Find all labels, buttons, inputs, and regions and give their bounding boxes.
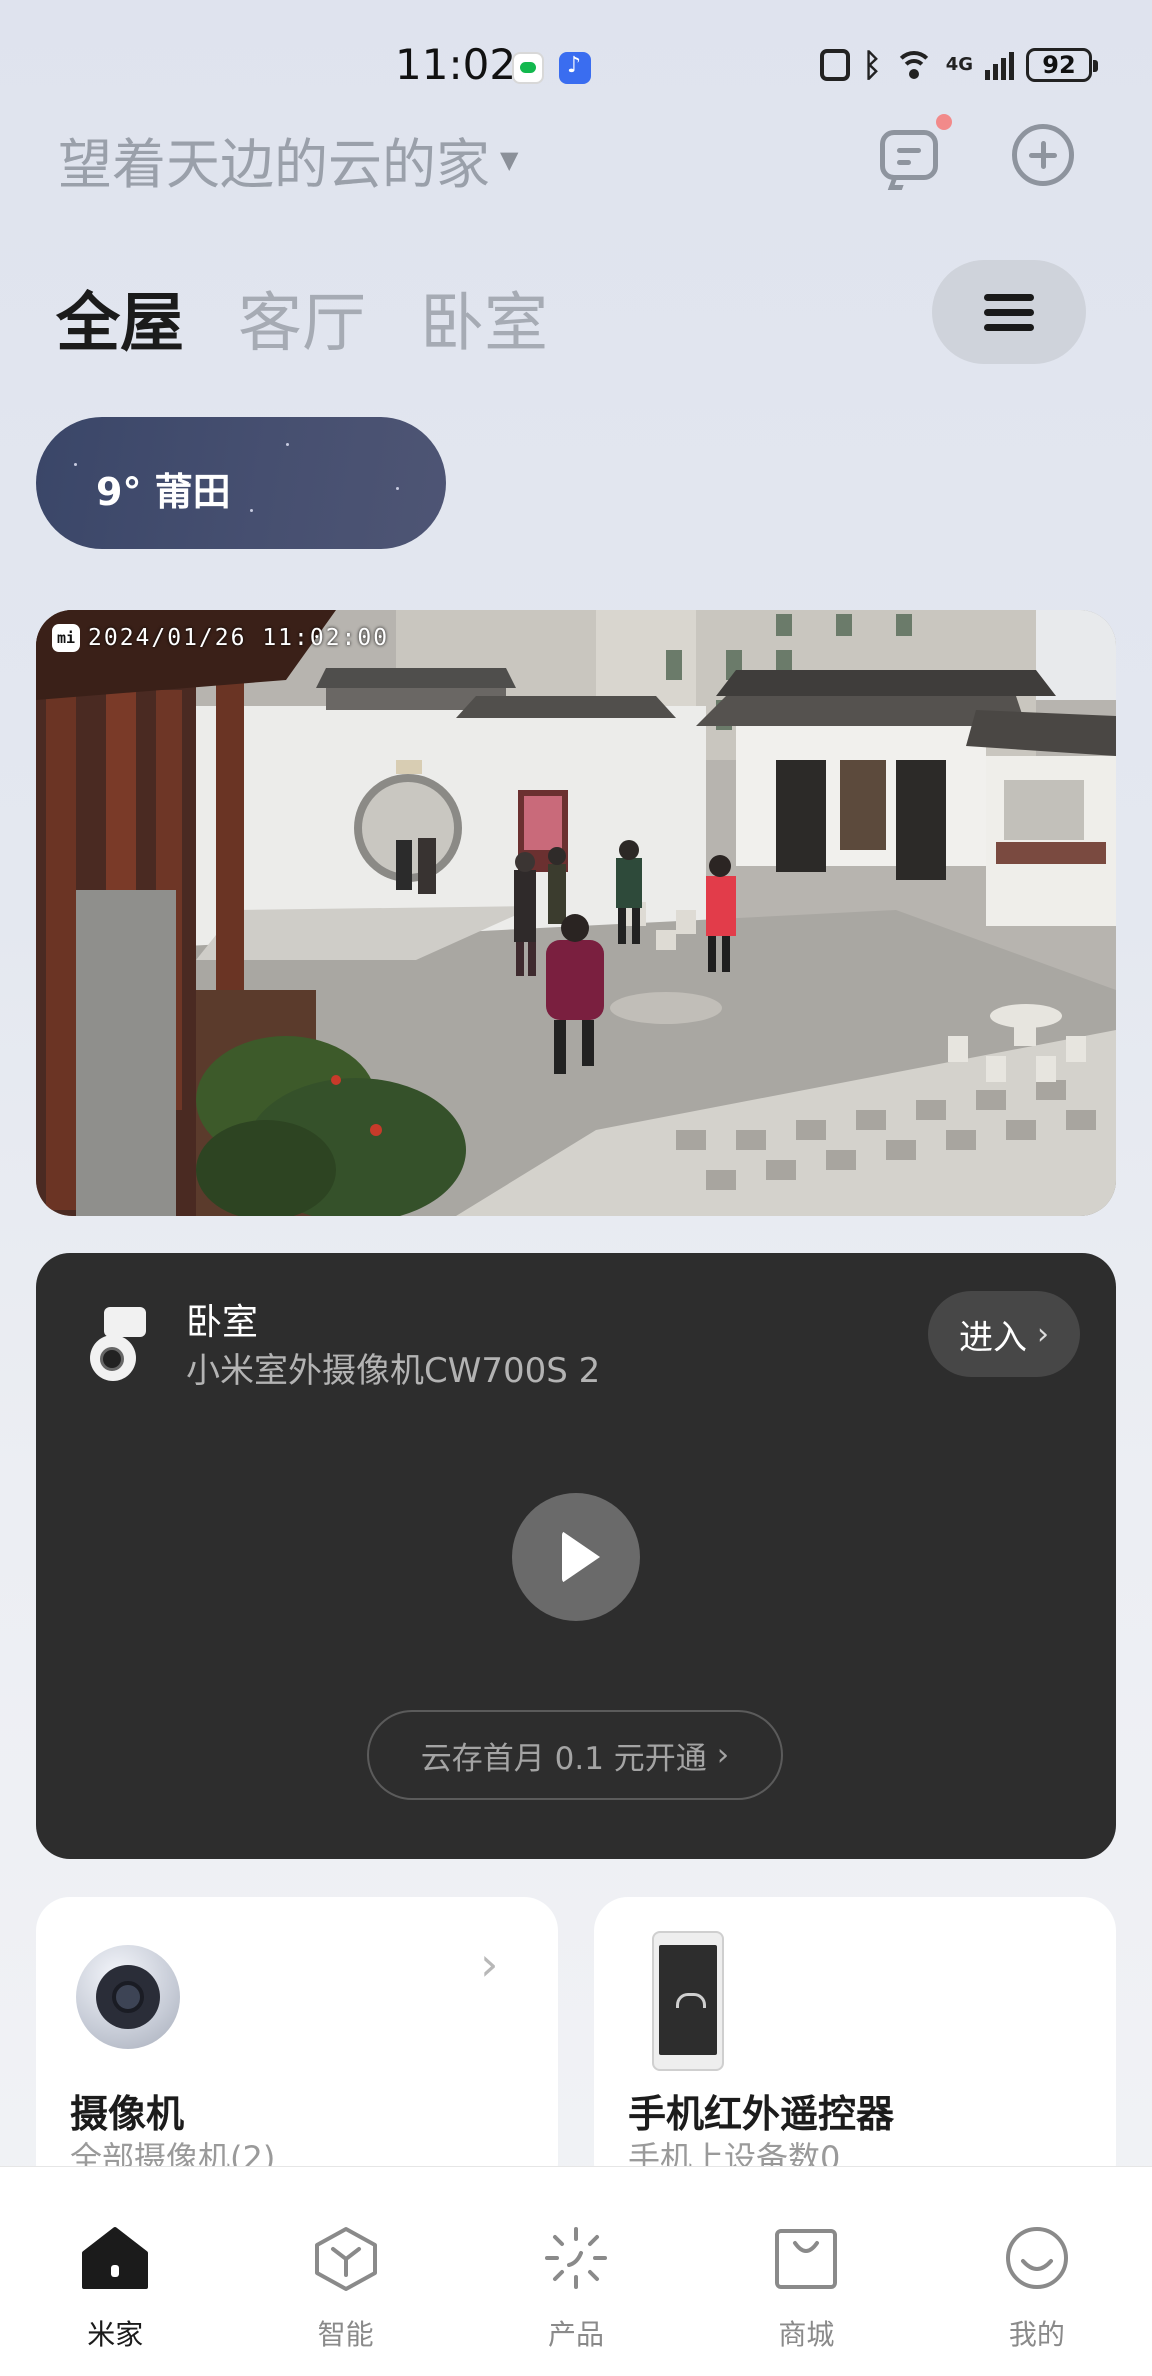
chevron-right-icon: › — [480, 1937, 499, 1991]
camera-icon — [76, 1945, 180, 2049]
timestamp-text: 2024/01/26 11:02:00 — [88, 625, 390, 651]
network-type: 4G — [945, 54, 973, 75]
weather-card[interactable]: 9° 莆田 — [36, 417, 446, 549]
hamburger-menu-icon — [984, 294, 1034, 301]
mi-logo: mi — [52, 624, 80, 652]
nav-label: 产品 — [548, 2318, 605, 2351]
tab-whole-house[interactable]: 全屋 — [56, 272, 184, 364]
hamburger-line — [984, 324, 1034, 331]
tab-living-room[interactable]: 客厅 — [238, 272, 366, 364]
music-notification-icon — [559, 52, 591, 84]
camera-category-tile[interactable]: › 摄像机 全部摄像机(2) — [36, 1897, 558, 2197]
chevron-right-icon: › — [716, 1737, 730, 1773]
outdoor-camera-icon — [86, 1299, 150, 1389]
tab-bedroom[interactable]: 卧室 — [420, 272, 548, 364]
cloud-promo-label: 云存首月 0.1 元开通 — [420, 1740, 707, 1777]
nav-home[interactable]: 米家 — [0, 2167, 230, 2376]
status-indicators: ᛒ 4G 92 — [820, 46, 1098, 84]
tile-title: 手机红外遥控器 — [628, 2092, 895, 2136]
status-bar: 11:02 ᛒ 4G 92 — [0, 0, 1152, 130]
phone-screen — [659, 1945, 717, 2055]
bluetooth-icon: ᛒ — [862, 46, 882, 84]
play-button[interactable] — [512, 1493, 640, 1621]
star-decoration — [396, 487, 399, 490]
courtyard-camera-image — [36, 610, 1116, 1216]
cloud-storage-promo-button[interactable]: 云存首月 0.1 元开通 › — [367, 1710, 783, 1800]
signal-icon — [985, 50, 1014, 80]
camera-timestamp-overlay: mi 2024/01/26 11:02:00 — [52, 624, 389, 652]
phone-remote-icon — [652, 1931, 724, 2071]
product-icon — [545, 2227, 608, 2289]
camera-lens — [112, 1981, 144, 2013]
unread-dot — [936, 114, 952, 130]
room-tabs: 全屋 客厅 卧室 — [56, 272, 548, 364]
bottom-navigation: 米家 智能 产品 商城 我的 — [0, 2166, 1152, 2376]
enter-label: 进入 — [959, 1317, 1027, 1358]
nav-profile[interactable]: 我的 — [922, 2167, 1152, 2376]
nav-smart[interactable]: 智能 — [230, 2167, 460, 2376]
camera-live-preview[interactable]: mi 2024/01/26 11:02:00 — [36, 610, 1116, 1216]
camera-head — [104, 1307, 146, 1337]
nav-shop[interactable]: 商城 — [691, 2167, 921, 2376]
device-room-label: 卧室 — [186, 1302, 259, 1343]
caret-down-icon: ▼ — [500, 145, 519, 174]
shop-icon — [775, 2229, 838, 2289]
chevron-right-icon: › — [1037, 1316, 1049, 1352]
wechat-notification-icon — [512, 52, 544, 84]
add-device-button[interactable] — [1012, 124, 1076, 188]
nav-label: 米家 — [87, 2318, 144, 2351]
star-decoration — [74, 463, 77, 466]
ir-remote-tile[interactable]: 手机红外遥控器 手机上设备数0 — [594, 1897, 1116, 2197]
battery-indicator: 92 — [1026, 48, 1098, 82]
enter-device-button[interactable]: 进入 › — [928, 1291, 1080, 1377]
camera-device-card[interactable]: 卧室 小米室外摄像机CW700S 2 进入 › 云存首月 0.1 元开通 › — [36, 1253, 1116, 1859]
nav-label: 商城 — [778, 2318, 835, 2351]
camera-lens — [100, 1347, 124, 1371]
room-menu-button[interactable] — [932, 260, 1086, 364]
home-icon — [82, 2227, 149, 2289]
nav-label: 我的 — [1008, 2318, 1065, 2351]
message-button[interactable] — [878, 114, 952, 190]
nav-products[interactable]: 产品 — [461, 2167, 691, 2376]
smart-icon — [314, 2227, 377, 2291]
message-icon — [880, 130, 938, 180]
wifi-icon — [893, 49, 934, 81]
nfc-icon — [820, 49, 851, 81]
home-selector[interactable]: 望着天边的云的家 ▼ — [58, 120, 518, 199]
add-icon-v — [1041, 141, 1046, 169]
nav-label: 智能 — [317, 2318, 374, 2351]
hamburger-line — [984, 309, 1034, 316]
message-icon-tail — [887, 178, 907, 190]
device-name: 小米室外摄像机CW700S 2 — [186, 1351, 601, 1391]
star-decoration — [286, 443, 289, 446]
weather-text: 9° 莆田 — [96, 470, 231, 514]
star-decoration — [250, 509, 253, 512]
status-time: 11:02 — [395, 40, 517, 89]
profile-icon — [1005, 2227, 1068, 2289]
home-name: 望着天边的云的家 — [58, 133, 490, 196]
tile-title: 摄像机 — [70, 2092, 185, 2136]
